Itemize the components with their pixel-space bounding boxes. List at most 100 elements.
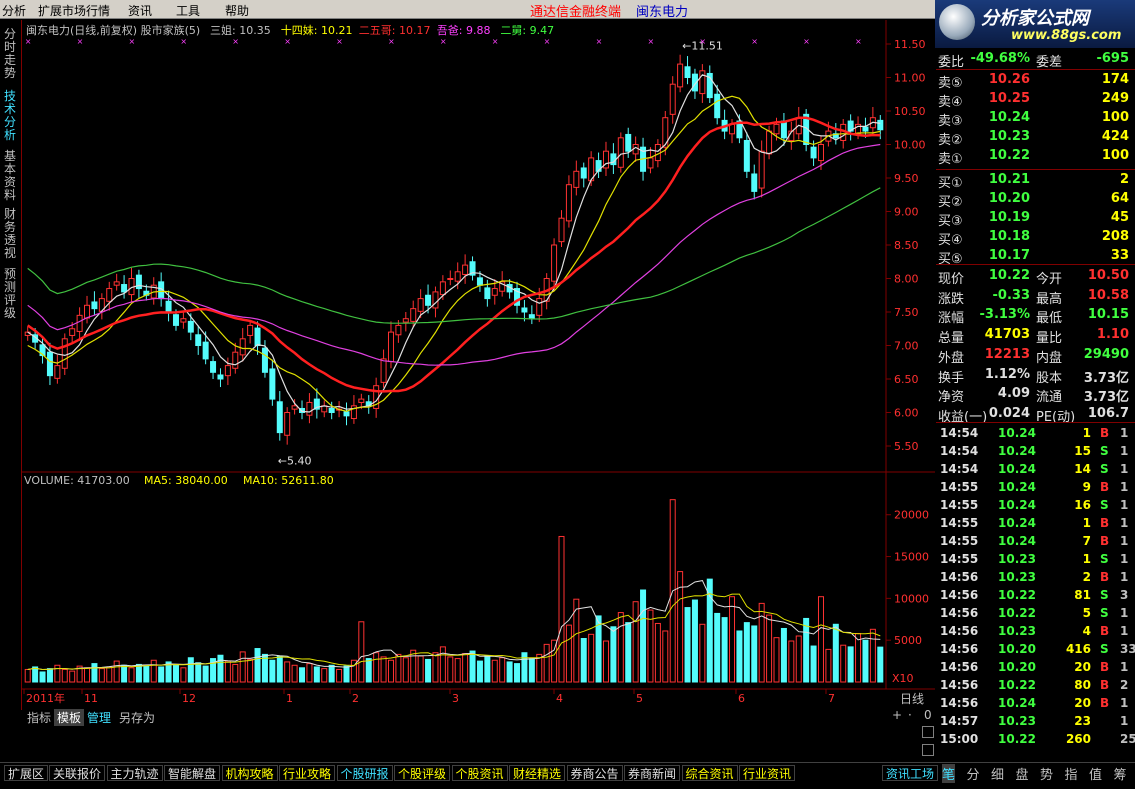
- menu-item-help[interactable]: 帮助: [225, 2, 249, 19]
- tick-count: 1: [1120, 570, 1129, 584]
- chart-area[interactable]: 闽东电力(日线,前复权) 股市家族(5) 三姐: 10.35 十四妹: 10.21 二…: [22, 20, 935, 709]
- bottom-tab-2[interactable]: 主力轨迹: [106, 765, 163, 781]
- tick-trade-row: 14:55 10.24 1 B 1: [936, 514, 1135, 532]
- time-tick-label: 3: [452, 692, 459, 705]
- bottom-tab-14[interactable]: 资讯工场: [882, 765, 939, 781]
- resize-box-icon[interactable]: [922, 744, 934, 756]
- volume-bar: [321, 668, 328, 683]
- volume-bar: [721, 617, 728, 683]
- ask-level-row: 卖② 10.23 424: [936, 127, 1135, 148]
- bottom-tab-12[interactable]: 综合资讯: [681, 765, 738, 781]
- logo-url-text: www.88gs.com: [1011, 28, 1122, 43]
- price-tick-label: 11.00: [894, 72, 926, 85]
- tick-volume: 2: [1082, 570, 1091, 584]
- bottom-tab-7[interactable]: 个股评级: [394, 765, 451, 781]
- tick-volume: 14: [1074, 462, 1091, 476]
- side-tab-financials[interactable]: 财务透视: [4, 208, 18, 260]
- signal-marker: ×: [544, 37, 551, 46]
- bottom-tab-3[interactable]: 智能解盘: [164, 765, 221, 781]
- right-tab-6[interactable]: 值: [1089, 764, 1102, 783]
- tick-price: 10.22: [998, 588, 1036, 602]
- tick-time: 14:57: [940, 714, 979, 728]
- volume-bar: [425, 658, 432, 683]
- quote-stat-row: 净资 4.09 流通 3.73亿: [936, 384, 1135, 405]
- volume-bar: [499, 657, 506, 683]
- right-tab-5[interactable]: 指: [1065, 764, 1078, 783]
- candle-body: [172, 314, 179, 326]
- time-tick-label: 2011年: [26, 691, 65, 705]
- candle-body: [877, 119, 884, 131]
- right-tab-3[interactable]: 盘: [1016, 764, 1029, 783]
- tab-manage[interactable]: 管理: [84, 709, 114, 726]
- bottom-tab-10[interactable]: 券商公告: [566, 765, 623, 781]
- price-tick-label: 7.50: [894, 306, 919, 319]
- app-title: 通达信金融终端: [530, 5, 622, 20]
- candle-body: [751, 173, 758, 192]
- bottom-tab-5[interactable]: 行业攻略: [279, 765, 336, 781]
- signal-marker: ×: [232, 37, 239, 46]
- quote-stat-label: 外盘: [938, 350, 965, 366]
- ask-level-row: 卖① 10.22 100: [936, 146, 1135, 167]
- volume-bar: [714, 612, 721, 683]
- quote-stat-label: 涨幅: [938, 311, 965, 327]
- right-tab-7[interactable]: 筹: [1114, 764, 1127, 783]
- candle-body: [551, 244, 558, 282]
- bottom-tab-4[interactable]: 机构攻略: [221, 765, 278, 781]
- tick-price: 10.20: [998, 660, 1036, 674]
- menu-item-analysis[interactable]: 分析: [2, 2, 26, 19]
- tab-indicator[interactable]: 指标: [24, 709, 54, 726]
- signal-marker: ×: [129, 37, 136, 46]
- bottom-tab-1[interactable]: 关联报价: [49, 765, 106, 781]
- tab-save-as[interactable]: 另存为: [116, 709, 158, 726]
- bottom-tab-13[interactable]: 行业资讯: [739, 765, 796, 781]
- volume-bar: [654, 622, 661, 683]
- volume-bar: [84, 667, 91, 683]
- price-tick-label: 8.50: [894, 239, 919, 252]
- volume-bar: [113, 660, 120, 683]
- menu-item-tools[interactable]: 工具: [176, 2, 200, 19]
- right-tab-1[interactable]: 分: [967, 764, 980, 783]
- volume-bar: [313, 666, 320, 683]
- tick-direction: S: [1100, 552, 1109, 566]
- kline-chart[interactable]: 闽东电力(日线,前复权) 股市家族(5) 三姐: 10.35 十四妹: 10.21 二…: [22, 20, 935, 709]
- right-tab-4[interactable]: 势: [1040, 764, 1053, 783]
- tick-trade-row: 14:56 10.23 2 B 1: [936, 568, 1135, 586]
- zoom-in-button[interactable]: +: [892, 708, 902, 722]
- menu-item-extended-market[interactable]: 扩展市场行情: [38, 2, 110, 19]
- right-tab-2[interactable]: 细: [991, 764, 1004, 783]
- candle-body: [536, 298, 543, 316]
- tab-template[interactable]: 模板: [54, 709, 85, 726]
- volume-bar: [543, 643, 550, 683]
- candle-body: [328, 407, 335, 414]
- tick-trade-row: 14:56 10.22 80 B 2: [936, 676, 1135, 694]
- candle-body: [729, 123, 736, 135]
- bottom-tab-9[interactable]: 财经精选: [509, 765, 566, 781]
- bottom-tab-11[interactable]: 券商新闻: [624, 765, 681, 781]
- candle-body: [402, 318, 409, 323]
- price-tick-label: 8.00: [894, 273, 919, 286]
- order-ratio-row: 委比 -49.68% 委差 -695: [936, 49, 1135, 70]
- bottom-tab-6[interactable]: 个股研报: [336, 765, 393, 781]
- quote-stat-value2: 1.10: [1096, 327, 1129, 343]
- minus-box-icon[interactable]: [922, 726, 934, 738]
- volume-bar: [788, 640, 795, 683]
- ask-level-row: 卖③ 10.24 100: [936, 108, 1135, 129]
- bottom-tab-8[interactable]: 个股资讯: [451, 765, 508, 781]
- tick-direction: B: [1100, 660, 1110, 674]
- quote-separator: [936, 422, 1135, 423]
- tick-time: 14:56: [940, 642, 979, 656]
- side-tab-intraday[interactable]: 分时走势: [4, 28, 18, 80]
- volume-bar: [610, 626, 617, 683]
- side-tab-fundamentals[interactable]: 基本资料: [4, 150, 18, 202]
- volume-bar: [855, 632, 862, 683]
- bottom-tab-0[interactable]: 扩展区: [4, 765, 49, 781]
- tick-price: 10.22: [998, 606, 1036, 620]
- tick-volume: 80: [1074, 678, 1091, 692]
- menu-item-news[interactable]: 资讯: [128, 2, 152, 19]
- side-tab-technical[interactable]: 技术分析: [4, 90, 18, 142]
- right-tab-0[interactable]: 笔: [942, 764, 956, 783]
- volume-bar: [336, 668, 343, 683]
- price-tick-label: 10.50: [894, 105, 926, 118]
- side-tab-rating[interactable]: 预测评级: [4, 268, 18, 320]
- signal-marker: ×: [596, 37, 603, 46]
